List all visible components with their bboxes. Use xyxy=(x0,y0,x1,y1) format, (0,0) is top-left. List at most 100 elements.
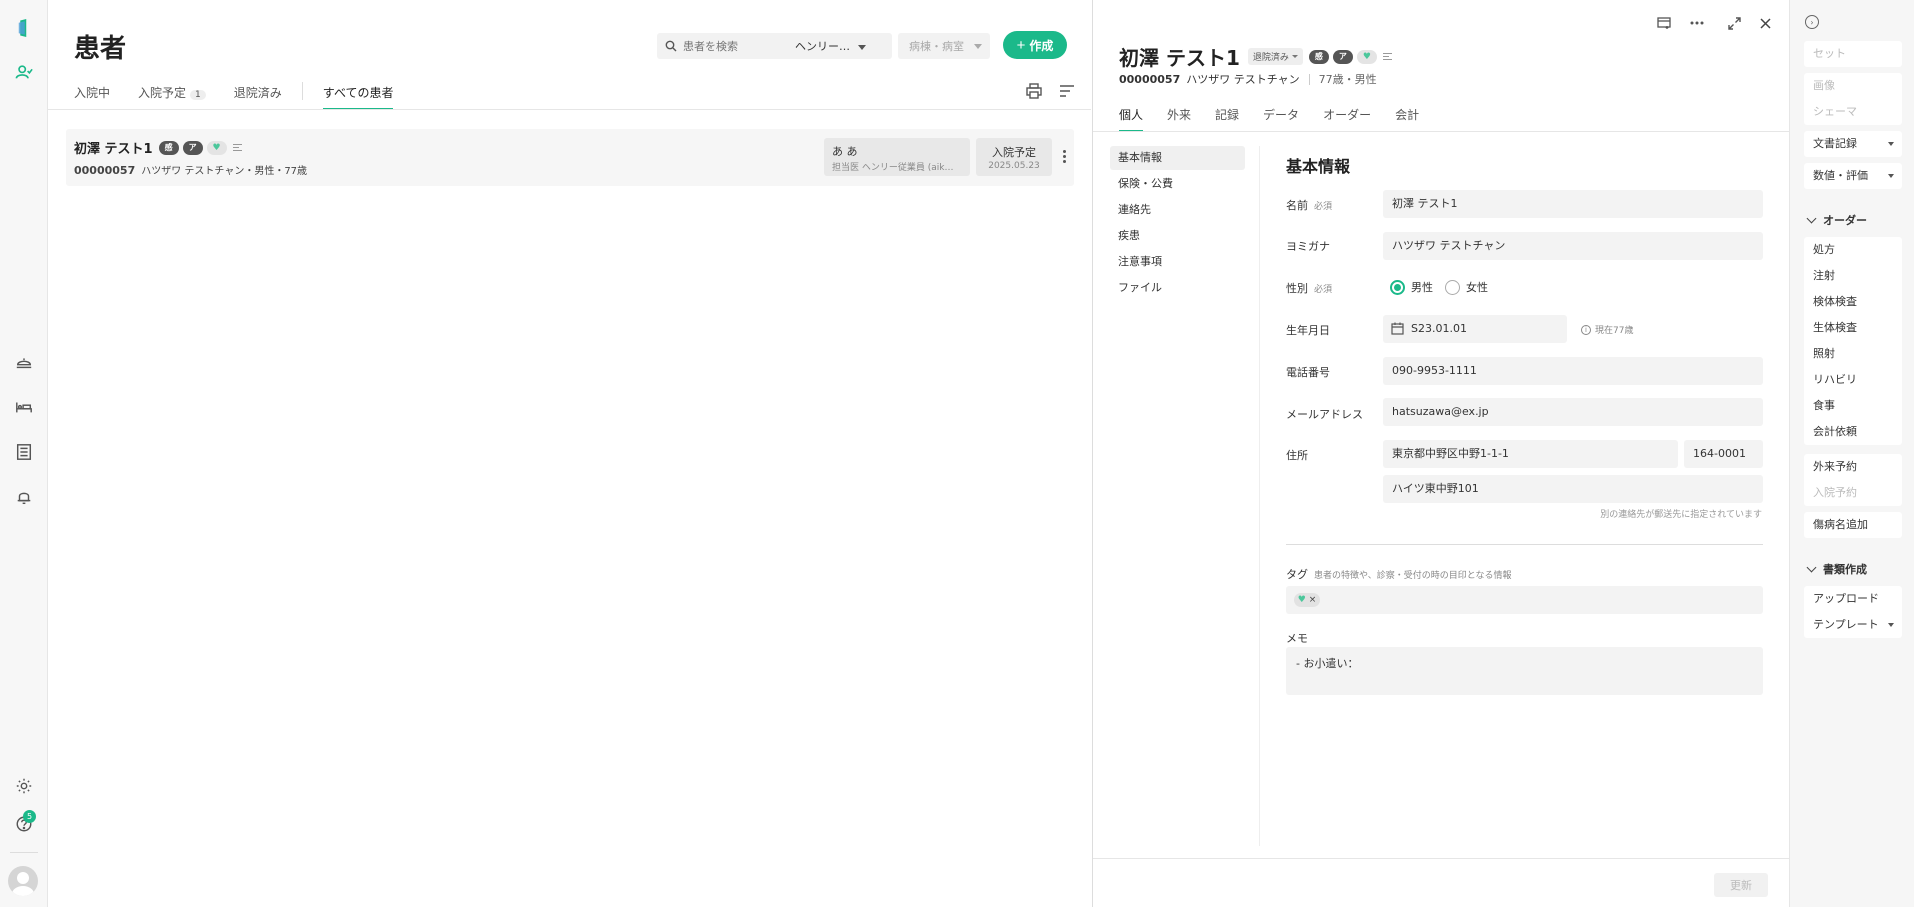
ward-room-select[interactable]: 病棟・病室 xyxy=(898,33,990,59)
docs-header[interactable]: 書類作成 xyxy=(1806,561,1867,577)
tab-personal[interactable]: 個人 xyxy=(1119,106,1144,132)
sort-icon[interactable] xyxy=(1058,82,1076,100)
add-diagnosis-button[interactable]: 傷病名追加 xyxy=(1804,512,1902,538)
patient-name-line: 初澤 テスト1 感 ア ♥ xyxy=(74,138,242,157)
bed-icon[interactable] xyxy=(12,395,36,419)
tab-divider-line xyxy=(48,109,1091,110)
admission-box: 入院予定 2025.05.23 xyxy=(976,138,1052,176)
birth-label: 生年月日 xyxy=(1286,324,1330,337)
upload-button[interactable]: アップロード xyxy=(1804,586,1902,612)
schema-button[interactable]: シェーマ xyxy=(1804,99,1902,125)
image-button[interactable]: 画像 xyxy=(1804,73,1902,99)
outpatient-booking-button[interactable]: 外来予約 xyxy=(1804,454,1902,480)
avatar[interactable] xyxy=(8,866,38,896)
memo-field[interactable]: - お小遣い： xyxy=(1286,647,1763,695)
admission-date: 2025.05.23 xyxy=(988,161,1040,171)
order-physiological-test[interactable]: 生体検査 xyxy=(1804,315,1902,341)
order-specimen-test[interactable]: 検体検査 xyxy=(1804,289,1902,315)
tag-field[interactable]: ♥ × xyxy=(1286,586,1763,614)
chevron-down-icon xyxy=(858,44,866,50)
order-prescription[interactable]: 処方 xyxy=(1804,237,1902,263)
order-injection[interactable]: 注射 xyxy=(1804,263,1902,289)
address2-field[interactable]: ハイツ東中野101 xyxy=(1383,475,1763,503)
heart-icon: ♥ xyxy=(1362,51,1371,62)
age-hint: i 現在77歳 xyxy=(1581,323,1633,336)
diagnosis-group: 傷病名追加 xyxy=(1804,512,1902,538)
tab-data[interactable]: データ xyxy=(1263,106,1299,132)
phone-field[interactable]: 090-9953-1111 xyxy=(1383,357,1763,385)
admission-booking-button[interactable]: 入院予約 xyxy=(1804,480,1902,506)
table-row[interactable]: 初澤 テスト1 感 ア ♥ 00000057 ハツザワ テストチャン・男性・77歳… xyxy=(66,129,1074,186)
nav-basic-info[interactable]: 基本情報 xyxy=(1110,146,1245,170)
info-icon: i xyxy=(1581,324,1591,335)
order-radiation[interactable]: 照射 xyxy=(1804,341,1902,367)
tag-chip: ♥ × xyxy=(1294,593,1320,607)
name-field[interactable]: 初澤 テスト1 xyxy=(1383,190,1763,218)
reception-icon[interactable] xyxy=(12,350,36,374)
search-bar: ヘンリー… xyxy=(657,33,892,59)
tab-billing[interactable]: 会計 xyxy=(1395,106,1419,132)
tab-records[interactable]: 記録 xyxy=(1215,106,1239,132)
update-button[interactable]: 更新 xyxy=(1714,873,1768,897)
sex-female-radio[interactable]: 女性 xyxy=(1445,279,1488,295)
label-text: タグ xyxy=(1286,568,1308,581)
search-scope-select[interactable]: ヘンリー… xyxy=(795,38,866,54)
detail-id: 00000057 xyxy=(1119,72,1181,86)
order-billing-request[interactable]: 会計依頼 xyxy=(1804,419,1902,445)
radio-unchecked-icon xyxy=(1445,279,1460,295)
orders-header[interactable]: オーダー xyxy=(1806,212,1867,228)
nav-insurance[interactable]: 保険・公費 xyxy=(1110,172,1245,196)
patients-icon[interactable] xyxy=(12,60,36,84)
action-sidebar: › セット 画像 シェーマ 文書記録 数値・評価 オーダー 処方 注射 検体検査… xyxy=(1789,0,1914,907)
template-button[interactable]: テンプレート xyxy=(1804,612,1902,638)
gear-icon[interactable] xyxy=(12,774,36,798)
values-eval-button[interactable]: 数値・評価 xyxy=(1804,163,1902,189)
tab-scheduled[interactable]: 入院予定 1 xyxy=(138,82,206,110)
address-field[interactable]: 東京都中野区中野1-1-1 xyxy=(1383,440,1678,468)
tab-outpatient[interactable]: 外来 xyxy=(1167,106,1191,132)
tab-orders[interactable]: オーダー xyxy=(1323,106,1371,132)
memo-icon xyxy=(1382,53,1392,60)
doc-record-button[interactable]: 文書記録 xyxy=(1804,131,1902,157)
zip-field[interactable]: 164-0001 xyxy=(1684,440,1763,468)
order-meal[interactable]: 食事 xyxy=(1804,393,1902,419)
card-view-icon[interactable] xyxy=(1656,15,1672,31)
status-badge[interactable]: 退院済み xyxy=(1247,48,1303,65)
set-group: セット xyxy=(1804,41,1902,67)
tab-inpatient[interactable]: 入院中 xyxy=(74,82,110,110)
birth-date-field[interactable]: S23.01.01 xyxy=(1383,315,1567,343)
patient-id: 00000057 xyxy=(74,164,136,177)
left-rail: 5 xyxy=(0,0,48,907)
close-icon[interactable] xyxy=(1757,15,1773,31)
expand-icon[interactable] xyxy=(1726,15,1742,31)
set-button[interactable]: セット xyxy=(1804,41,1902,67)
search-input[interactable] xyxy=(683,39,793,53)
kana-field[interactable]: ハツザワ テストチャン xyxy=(1383,232,1763,260)
order-rehab[interactable]: リハビリ xyxy=(1804,367,1902,393)
nav-diseases[interactable]: 疾患 xyxy=(1110,224,1245,248)
sex-male-radio[interactable]: 男性 xyxy=(1390,279,1433,295)
tab-discharged[interactable]: 退院済み xyxy=(234,82,282,110)
remove-tag-icon[interactable]: × xyxy=(1309,595,1317,605)
records-icon[interactable] xyxy=(12,440,36,464)
help-icon[interactable]: 5 xyxy=(12,810,36,836)
nav-cautions[interactable]: 注意事項 xyxy=(1110,250,1245,274)
search-icon xyxy=(665,40,677,52)
address-note: 別の連絡先が郵送先に指定されています xyxy=(1600,510,1762,520)
nav-files[interactable]: ファイル xyxy=(1110,276,1245,300)
tag-hint: 患者の特徴や、診察・受付の時の目印となる情報 xyxy=(1314,571,1512,581)
more-horizontal-icon[interactable] xyxy=(1689,15,1705,31)
print-icon[interactable] xyxy=(1025,82,1043,100)
create-button[interactable]: + 作成 xyxy=(1003,31,1067,59)
more-menu-icon[interactable] xyxy=(1061,149,1067,165)
collapse-sidebar-icon[interactable]: › xyxy=(1805,15,1819,29)
section-nav: 基本情報 保険・公費 連絡先 疾患 注意事項 ファイル xyxy=(1110,146,1245,302)
app-logo-icon[interactable] xyxy=(12,16,36,40)
patient-detail-panel: 初澤 テスト1 退院済み 感 ア ♥ 00000057 ハツザワ テストチャン … xyxy=(1092,0,1789,907)
nav-contacts[interactable]: 連絡先 xyxy=(1110,198,1245,222)
tab-all-patients[interactable]: すべての患者 xyxy=(322,82,394,110)
heart-icon: ♥ xyxy=(1297,595,1306,605)
required-mark: 必須 xyxy=(1314,202,1333,212)
email-field[interactable]: hatsuzawa@ex.jp xyxy=(1383,398,1763,426)
bell-icon[interactable] xyxy=(12,485,36,509)
